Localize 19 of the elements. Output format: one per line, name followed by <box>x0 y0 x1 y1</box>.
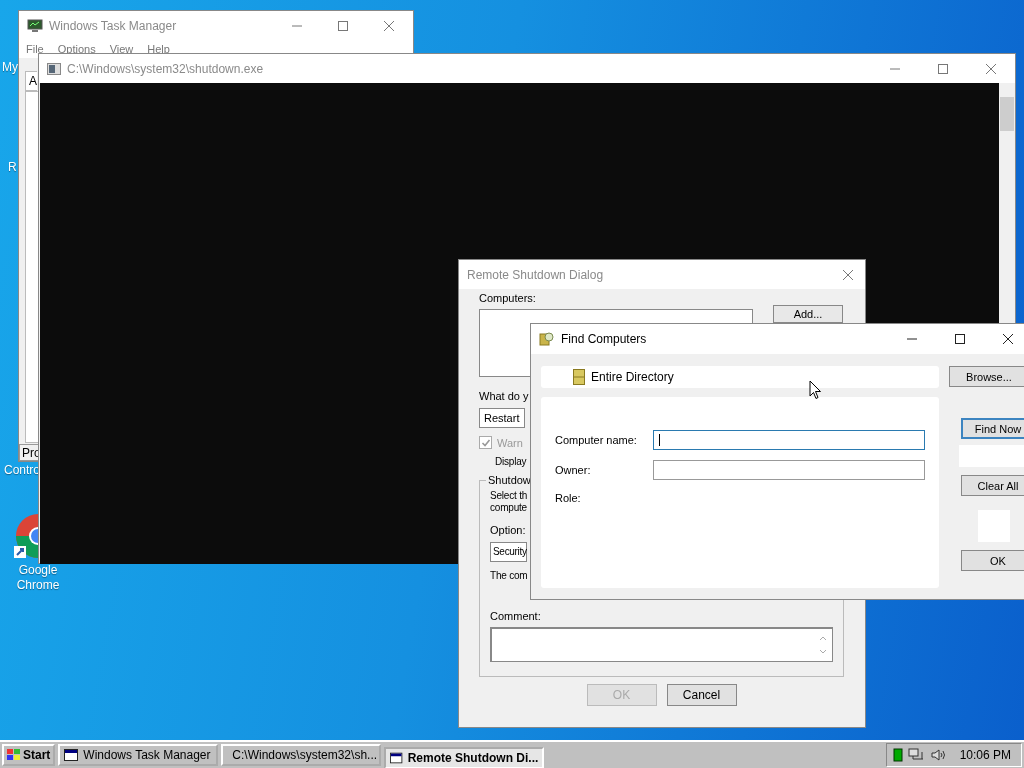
field-label: Owner: <box>555 464 592 476</box>
location-text: Entire Directory <box>591 370 674 384</box>
question-text: What do y <box>479 390 530 402</box>
clock: 10:06 PM <box>959 748 1011 762</box>
status-text: The com <box>490 570 528 582</box>
window-title: C:\Windows\system32\shutdown.exe <box>67 61 264 76</box>
field-label: Computers: <box>479 292 537 304</box>
field-label: Comment: <box>490 610 542 622</box>
window-title: Find Computers <box>561 332 647 346</box>
group-text: Select th <box>490 490 528 502</box>
field-label: Computer name: <box>555 434 638 446</box>
window-title: Windows Task Manager <box>49 19 177 33</box>
display-label: Display <box>495 456 528 467</box>
checkbox-label: Warn <box>497 436 523 449</box>
field-label: Option: <box>490 524 527 536</box>
field-label: Role: <box>555 492 582 504</box>
group-text: compute <box>490 502 527 514</box>
group-title: Shutdow <box>486 474 533 486</box>
window-title: Remote Shutdown Dialog <box>467 267 604 282</box>
